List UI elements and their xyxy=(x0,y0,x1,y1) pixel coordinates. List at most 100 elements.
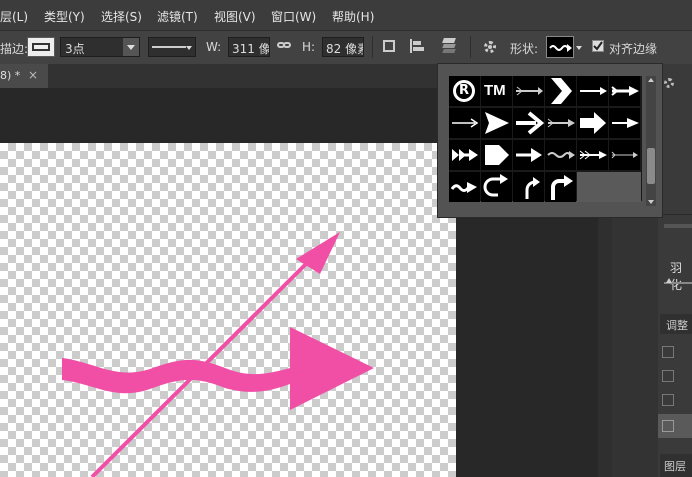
triangle-arrow-icon xyxy=(485,112,509,134)
tab-layers[interactable]: 图层 xyxy=(664,458,686,474)
separator xyxy=(372,36,373,58)
arrow-shape-cell[interactable] xyxy=(577,140,608,170)
height-value: 82 像素 xyxy=(326,42,363,56)
arrow-shape-cell[interactable] xyxy=(513,108,545,138)
chevron-down-icon[interactable] xyxy=(576,46,582,50)
curved-up-arrow-icon xyxy=(525,177,540,199)
close-icon[interactable]: × xyxy=(28,68,38,82)
turn-right-arrow-icon xyxy=(551,175,573,200)
chevron-arrow-icon xyxy=(551,78,572,104)
document-tab-title: 8) * xyxy=(0,69,21,82)
align-edges-label: 对齐边缘 xyxy=(609,42,658,56)
arrow-shape-cell[interactable] xyxy=(513,140,544,170)
arrow-shape-cell[interactable] xyxy=(481,140,512,170)
arrow-shape-cell[interactable] xyxy=(449,172,480,202)
picker-scrollbar-track[interactable] xyxy=(646,76,656,206)
slider-thumb[interactable] xyxy=(666,278,672,283)
wavy-arrow-shape xyxy=(62,327,374,410)
path-alignment-icon[interactable] xyxy=(410,39,424,53)
block-arrow-icon xyxy=(580,112,606,134)
pentagon-arrow-icon xyxy=(485,145,509,165)
width-value: 311 像素 xyxy=(232,42,270,56)
link-icon[interactable] xyxy=(277,41,291,51)
feathered-arrow-icon xyxy=(516,86,543,96)
feather-label: 羽化 xyxy=(670,261,683,292)
arrow-shape-cell[interactable] xyxy=(577,108,608,138)
stroke-type-select[interactable] xyxy=(148,37,196,57)
menu-layer[interactable]: 层(L) xyxy=(0,8,28,25)
menu-help[interactable]: 帮助(H) xyxy=(332,8,374,25)
shape-preview-button[interactable] xyxy=(546,36,574,58)
arrow-shape-cell[interactable] xyxy=(481,108,512,138)
shape-grid: R TM xyxy=(449,76,642,202)
menu-window[interactable]: 窗口(W) xyxy=(271,8,316,25)
scroll-down-icon[interactable] xyxy=(648,200,654,204)
registered-icon: R xyxy=(453,80,475,102)
wavy-arrow-icon xyxy=(450,182,477,193)
path-operations-icon[interactable] xyxy=(383,40,395,52)
feathered-arrow-icon xyxy=(547,118,575,128)
arrow-shape-cell[interactable] xyxy=(609,140,640,170)
menu-type[interactable]: 类型(Y) xyxy=(44,8,85,25)
panel-checkbox[interactable] xyxy=(662,346,674,358)
trademark-icon: TM xyxy=(484,82,506,99)
panel-inner xyxy=(612,218,658,477)
chevron-down-icon[interactable] xyxy=(123,38,139,56)
stroke-width-field[interactable]: 3点 xyxy=(60,37,140,57)
arrow-shape-cell[interactable] xyxy=(545,172,576,202)
menu-filter[interactable]: 滤镜(T) xyxy=(157,8,198,25)
stroke-color-swatch[interactable] xyxy=(27,37,55,57)
arrow-shape-cell[interactable] xyxy=(609,108,640,138)
divider xyxy=(664,224,692,228)
registered-shape-cell[interactable]: R xyxy=(449,76,480,106)
height-label: H: xyxy=(302,40,316,54)
panel-checkbox[interactable] xyxy=(662,370,674,382)
panel-checkbox[interactable] xyxy=(662,394,674,406)
options-bar: 描边: 3点 W: 311 像素 H: 82 像素 形状: xyxy=(0,30,692,65)
path-arrangement-icon[interactable] xyxy=(440,38,458,54)
menu-view[interactable]: 视图(V) xyxy=(214,8,256,25)
arrow-shape-cell[interactable] xyxy=(545,140,576,170)
height-field[interactable]: 82 像素 xyxy=(322,37,364,57)
width-label: W: xyxy=(206,40,222,54)
wavy-arrow-icon xyxy=(549,44,572,52)
arrow-shape-cell[interactable] xyxy=(545,76,576,106)
arrow-shape-cell[interactable] xyxy=(513,172,544,202)
separator xyxy=(470,36,471,58)
shape-label: 形状: xyxy=(510,42,539,56)
arrow-shape-cell[interactable] xyxy=(577,76,608,106)
checkmark-icon xyxy=(593,41,603,51)
arrow-shape-cell[interactable] xyxy=(449,108,480,138)
arrow-shape-cell[interactable] xyxy=(545,108,576,138)
thin-arrow-icon xyxy=(580,87,607,95)
scroll-up-icon[interactable] xyxy=(648,78,654,82)
double-chevron-arrow-icon xyxy=(452,149,478,161)
empty-cell xyxy=(577,172,641,202)
document-canvas[interactable] xyxy=(0,143,456,477)
arrow-shape-cell[interactable] xyxy=(481,172,512,202)
gear-icon[interactable] xyxy=(482,39,498,55)
line-arrow-icon xyxy=(452,118,479,128)
panel-checkbox[interactable] xyxy=(662,420,674,432)
curved-arrow-icon xyxy=(483,174,508,197)
arrow-shape-cell[interactable] xyxy=(609,76,640,106)
chevron-down-icon xyxy=(186,46,192,50)
picker-scrollbar-thumb[interactable] xyxy=(647,148,655,184)
arrow-shape-cell[interactable] xyxy=(513,76,544,106)
thin-feathered-arrow-icon xyxy=(611,151,638,159)
document-tab[interactable]: 8) * × xyxy=(0,64,48,88)
arrow-shape-cell[interactable] xyxy=(449,140,480,170)
wavy-arrow-icon xyxy=(547,151,575,159)
panel-edge xyxy=(598,218,612,477)
width-field[interactable]: 311 像素 xyxy=(228,37,270,57)
document-tab-bar xyxy=(0,64,440,88)
canvas-artwork xyxy=(62,232,374,477)
menu-select[interactable]: 选择(S) xyxy=(101,8,142,25)
picker-gear-icon[interactable] xyxy=(670,74,680,84)
trademark-shape-cell[interactable]: TM xyxy=(481,76,512,106)
selected-row[interactable] xyxy=(658,414,692,438)
tab-adjust[interactable]: 调整 xyxy=(666,317,688,333)
line-style-icon xyxy=(152,46,186,48)
align-edges-checkbox[interactable] xyxy=(592,40,604,52)
stroke-label: 描边: xyxy=(0,42,29,56)
